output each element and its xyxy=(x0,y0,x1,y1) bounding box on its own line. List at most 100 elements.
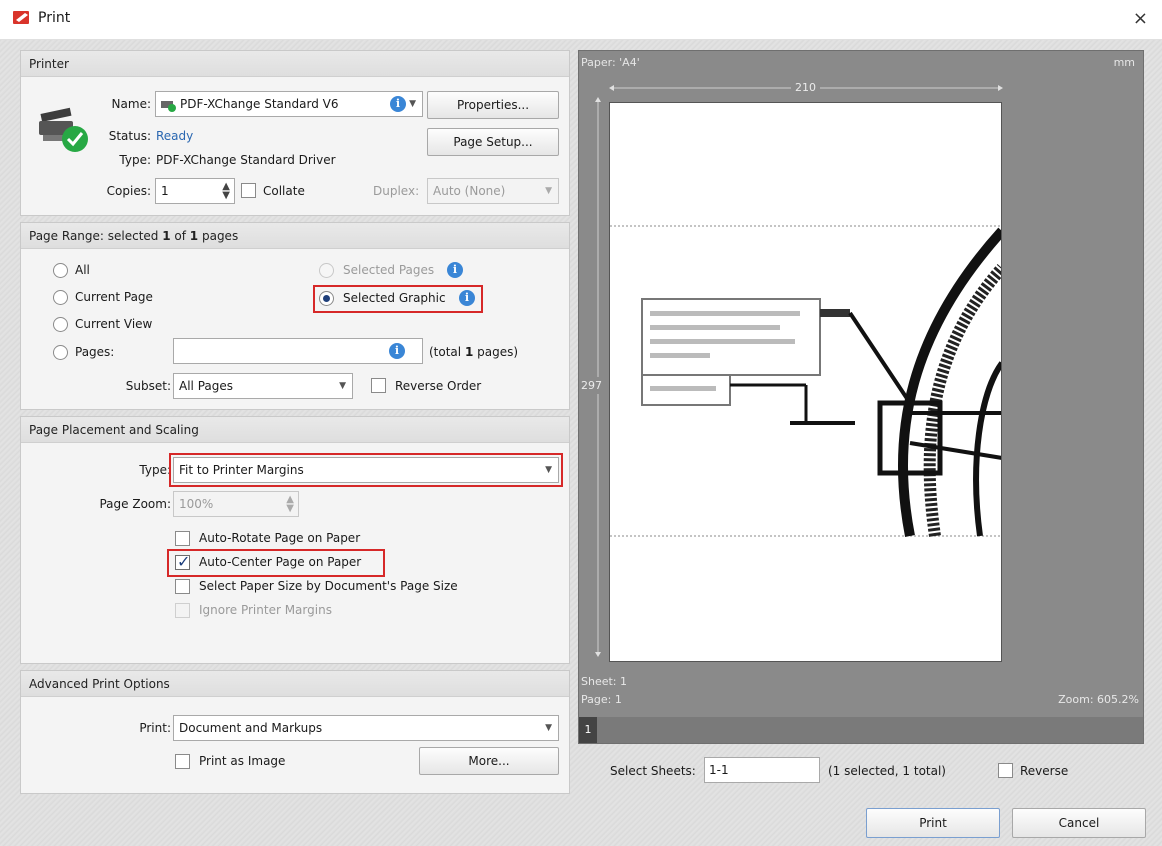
window-title: Print xyxy=(38,10,71,26)
page-zoom-label: Page Zoom: xyxy=(99,497,171,511)
select-sheets-label: Select Sheets: xyxy=(610,764,696,778)
copies-label: Copies: xyxy=(106,184,151,198)
printer-status-icon xyxy=(39,107,88,152)
page-zoom-value: 100% xyxy=(179,497,214,511)
print-button[interactable]: Print xyxy=(866,808,1000,838)
check-icon: ✓ xyxy=(177,552,191,571)
auto-center-label: Auto-Center Page on Paper xyxy=(199,555,362,569)
subset-value: All Pages xyxy=(179,379,233,393)
paper-label: Paper: 'A4' xyxy=(581,56,640,69)
duplex-label: Duplex: xyxy=(373,184,420,198)
auto-center-checkbox[interactable]: ✓ xyxy=(175,552,191,571)
range-selected-pages-radio[interactable] xyxy=(319,263,334,278)
cancel-button[interactable]: Cancel xyxy=(1012,808,1146,838)
pages-input[interactable] xyxy=(173,338,423,364)
page-label: Page: 1 xyxy=(581,693,622,706)
chevron-down-icon: ▼ xyxy=(545,186,552,196)
status-label: Status: xyxy=(108,129,151,143)
spinner-icon: ▲ ▼ xyxy=(286,494,294,514)
chevron-down-icon: ▼ xyxy=(545,465,552,475)
subset-select[interactable]: All Pages ▼ xyxy=(173,373,353,399)
reverse-order-checkbox[interactable] xyxy=(371,378,386,393)
select-paper-size-label: Select Paper Size by Document's Page Siz… xyxy=(199,579,458,593)
duplex-value: Auto (None) xyxy=(433,184,506,198)
pages-info-icon[interactable]: i xyxy=(389,343,405,359)
type-value: PDF-XChange Standard Driver xyxy=(156,153,336,167)
collate-checkbox[interactable] xyxy=(241,183,256,198)
printer-name-label: Name: xyxy=(111,97,151,111)
copies-stepper[interactable]: 1 ▲ ▼ xyxy=(155,178,235,204)
advanced-title: Advanced Print Options xyxy=(21,671,569,697)
placement-type-value: Fit to Printer Margins xyxy=(179,463,304,477)
range-all-label: All xyxy=(75,263,90,277)
page-range-title: Page Range: selected 1 of 1 pages xyxy=(21,223,569,249)
range-selected-graphic-label: Selected Graphic xyxy=(343,291,446,305)
page-range-title-suffix: pages xyxy=(198,229,239,243)
sheets-summary: (1 selected, 1 total) xyxy=(828,764,946,778)
more-button[interactable]: More... xyxy=(419,747,559,775)
chevron-down-icon: ▼ xyxy=(545,723,552,733)
range-pages-label: Pages: xyxy=(75,345,115,359)
reverse-checkbox[interactable] xyxy=(998,763,1013,778)
print-what-select[interactable]: Document and Markups ▼ xyxy=(173,715,559,741)
range-current-page-radio[interactable] xyxy=(53,290,68,305)
placement-type-label: Type: xyxy=(139,463,171,477)
select-paper-size-checkbox[interactable] xyxy=(175,579,190,594)
page-range-total-count: 1 xyxy=(189,229,199,243)
ignore-margins-label: Ignore Printer Margins xyxy=(199,603,332,617)
sheet-thumbnail-bar[interactable]: 1 xyxy=(579,717,1143,743)
print-as-image-label: Print as Image xyxy=(199,754,286,768)
preview-header: Paper: 'A4' mm xyxy=(579,51,1143,75)
printer-name-value: PDF-XChange Standard V6 xyxy=(180,97,339,111)
range-selected-graphic-radio[interactable] xyxy=(319,291,334,306)
page-range-group: Page Range: selected 1 of 1 pages All Cu… xyxy=(20,222,570,410)
chevron-down-icon: ▼ xyxy=(339,381,346,391)
select-sheets-input[interactable]: 1-1 xyxy=(704,757,820,783)
collate-label: Collate xyxy=(263,184,305,198)
page-range-title-prefix: Page Range: selected xyxy=(29,229,163,243)
paper-width-label: 210 xyxy=(791,81,820,94)
select-sheets-value: 1-1 xyxy=(709,763,729,777)
total-pages-suffix: pages) xyxy=(473,345,519,359)
preview-footer: Sheet: 1 Page: 1 Zoom: 605.2% xyxy=(579,675,1143,721)
selected-graphic-info-icon[interactable]: i xyxy=(459,290,475,306)
page-range-title-mid: of xyxy=(170,229,190,243)
print-as-image-checkbox[interactable] xyxy=(175,754,190,769)
ignore-margins-checkbox[interactable] xyxy=(175,603,190,618)
range-current-page-label: Current Page xyxy=(75,290,153,304)
range-all-radio[interactable] xyxy=(53,263,68,278)
print-app-icon xyxy=(13,11,29,24)
printer-group-title: Printer xyxy=(21,51,569,77)
page-zoom-stepper[interactable]: 100% ▲ ▼ xyxy=(173,491,299,517)
range-pages-radio[interactable] xyxy=(53,345,68,360)
selected-pages-info-icon[interactable]: i xyxy=(447,262,463,278)
print-preview-pane[interactable]: Paper: 'A4' mm 210 297 Sheet: 1 Page: 1 … xyxy=(578,50,1144,744)
thumbnail-track xyxy=(597,717,1143,743)
placement-type-select[interactable]: Fit to Printer Margins ▼ xyxy=(173,457,559,483)
print-what-value: Document and Markups xyxy=(179,721,323,735)
total-pages-label: (total 1 pages) xyxy=(429,345,518,359)
reverse-order-label: Reverse Order xyxy=(395,379,482,393)
range-current-view-radio[interactable] xyxy=(53,317,68,332)
printer-name-select[interactable]: PDF-XChange Standard V6 i ▼ xyxy=(155,91,423,117)
print-what-label: Print: xyxy=(139,721,171,735)
chevron-down-icon: ▼ xyxy=(409,99,416,109)
auto-rotate-label: Auto-Rotate Page on Paper xyxy=(199,531,361,545)
placement-group: Page Placement and Scaling Type: Fit to … xyxy=(20,416,570,664)
page-range-selected-count: 1 xyxy=(162,229,171,243)
sheet-thumbnail-1[interactable]: 1 xyxy=(579,717,597,743)
printer-small-icon xyxy=(161,101,176,112)
spinner-icon[interactable]: ▲ ▼ xyxy=(222,182,230,201)
printer-info-icon[interactable]: i xyxy=(390,96,406,112)
placement-title: Page Placement and Scaling xyxy=(21,417,569,443)
duplex-select[interactable]: Auto (None) ▼ xyxy=(427,178,559,204)
printer-group: Printer Name: PDF-XChange Standard V6 i … xyxy=(20,50,570,216)
reverse-label: Reverse xyxy=(1020,764,1069,778)
properties-button[interactable]: Properties... xyxy=(427,91,559,119)
total-pages-prefix: (total xyxy=(429,345,465,359)
page-setup-button[interactable]: Page Setup... xyxy=(427,128,559,156)
close-icon[interactable]: × xyxy=(1133,8,1148,29)
auto-rotate-checkbox[interactable] xyxy=(175,531,190,546)
advanced-group: Advanced Print Options Print: Document a… xyxy=(20,670,570,794)
selected-graphic-preview xyxy=(610,225,1001,537)
